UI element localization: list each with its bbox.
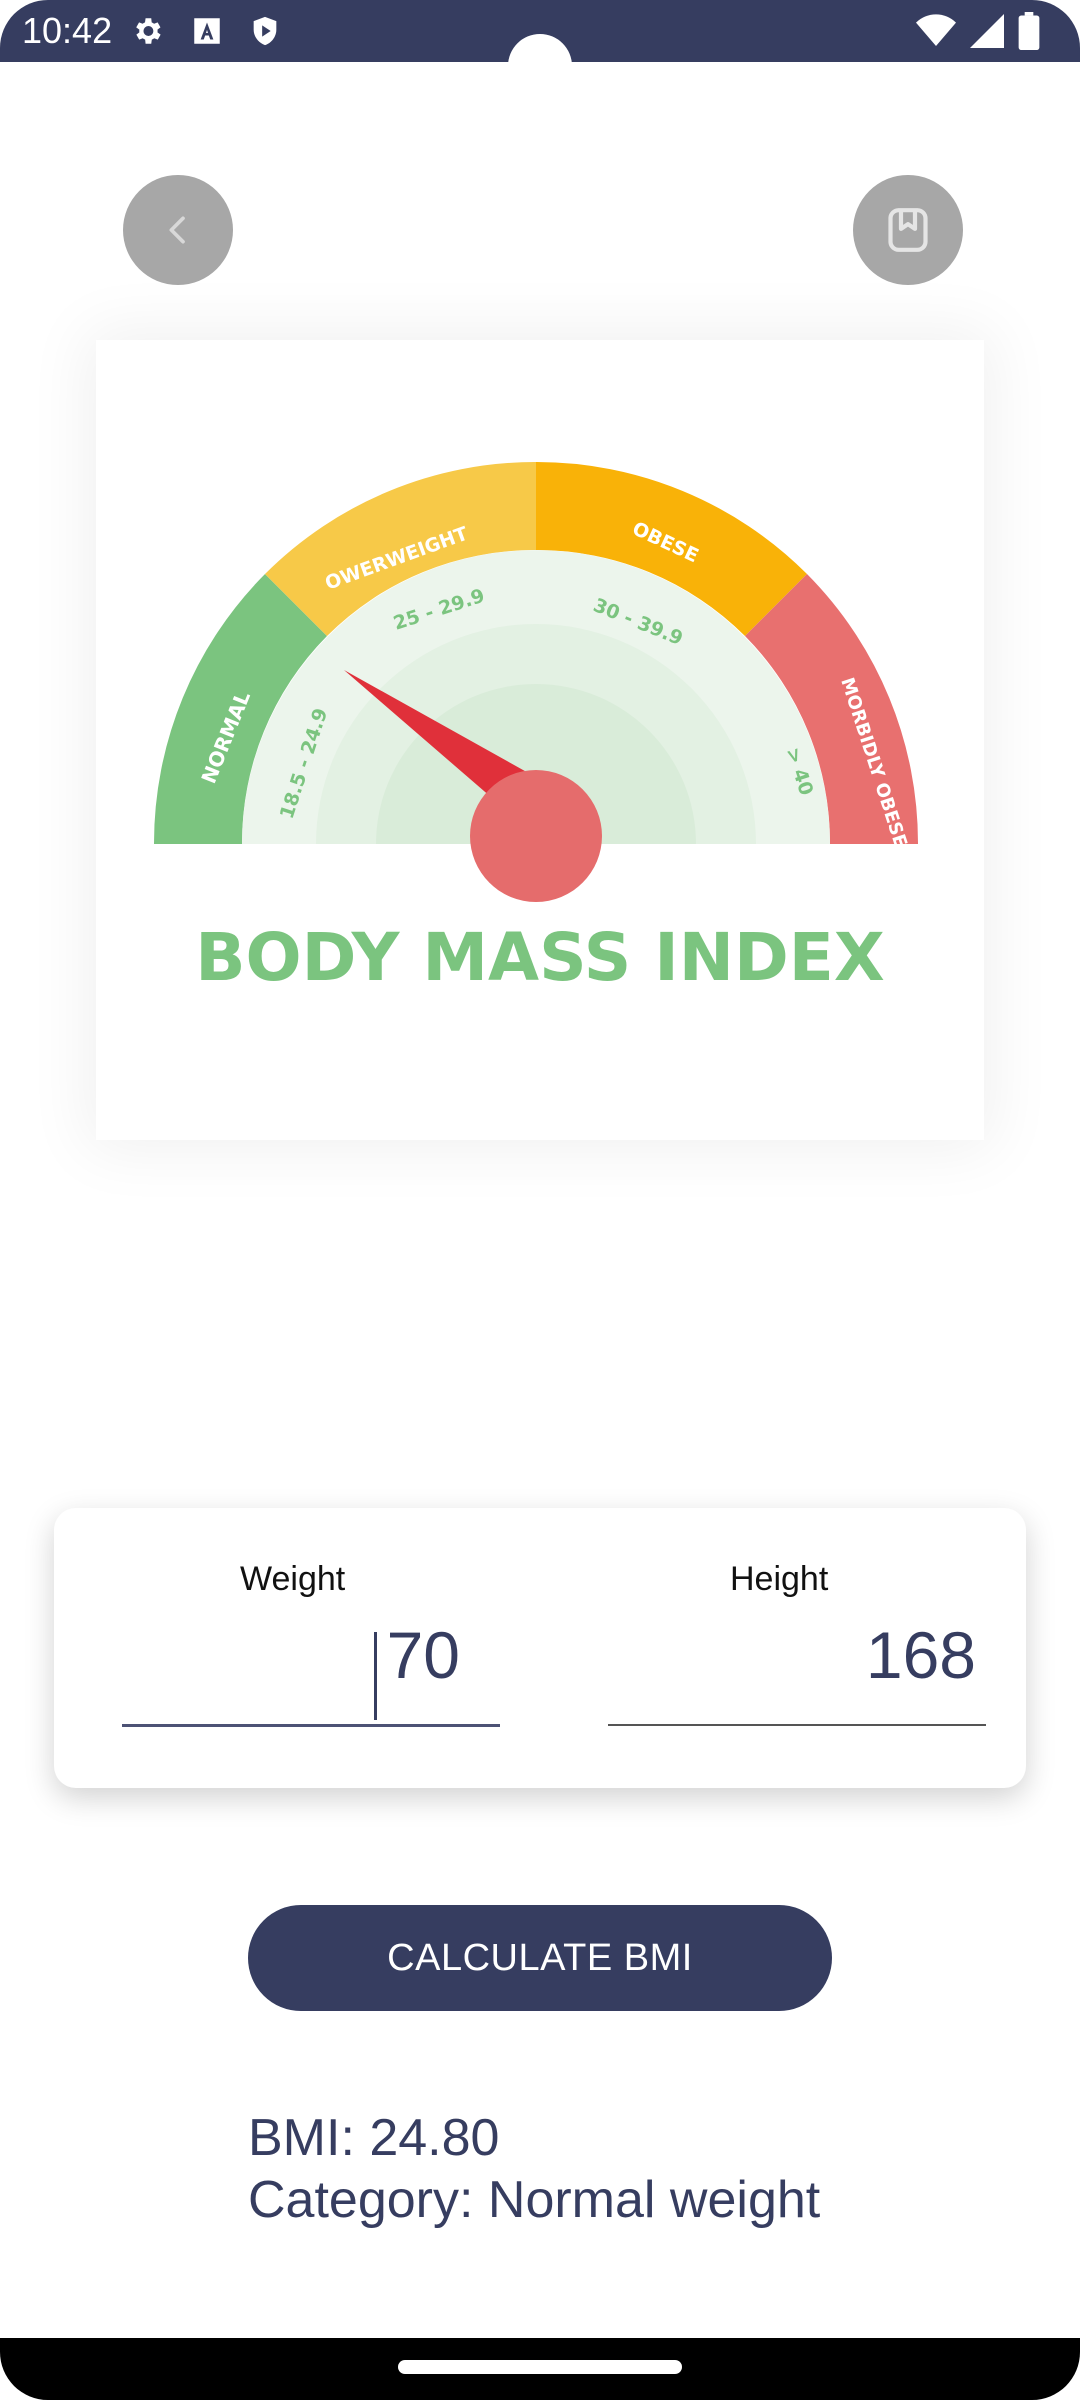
bmi-result: BMI: 24.80 xyxy=(248,2109,500,2167)
bmi-input-card: Weight Height xyxy=(54,1508,1026,1788)
text-cursor xyxy=(374,1632,377,1720)
height-label: Height xyxy=(730,1560,829,1598)
cell-signal-icon xyxy=(970,14,1004,48)
bookmark-button[interactable] xyxy=(853,175,963,285)
height-input[interactable] xyxy=(614,1616,978,1694)
font-a-icon xyxy=(194,18,220,44)
bmi-category: Category: Normal weight xyxy=(248,2171,821,2229)
weight-underline xyxy=(122,1724,500,1727)
weight-label: Weight xyxy=(240,1560,346,1598)
battery-icon xyxy=(1018,12,1040,50)
back-button[interactable] xyxy=(123,175,233,285)
navigation-bar xyxy=(0,2338,1080,2400)
camera-notch xyxy=(508,34,572,98)
height-underline xyxy=(608,1724,986,1726)
chevron-left-icon xyxy=(169,216,185,244)
calculate-bmi-button[interactable]: CALCULATE BMI xyxy=(248,1905,832,2011)
shield-play-icon xyxy=(253,16,277,46)
status-bar: 10:42 xyxy=(0,0,1080,98)
bmi-gauge-image: NORMAL OWERWEIGHT OBESE MORBIDLY OBESE 1… xyxy=(96,340,984,1140)
status-time: 10:42 xyxy=(22,10,113,51)
bookmark-icon xyxy=(888,208,928,252)
weight-input[interactable] xyxy=(124,1616,462,1694)
gauge-hub xyxy=(470,770,602,902)
gear-icon xyxy=(136,18,161,44)
gauge-title: BODY MASS INDEX xyxy=(195,919,885,996)
bmi-gauge: NORMAL OWERWEIGHT OBESE MORBIDLY OBESE 1… xyxy=(153,461,919,996)
wifi-icon xyxy=(916,14,956,46)
home-gesture-handle[interactable] xyxy=(398,2360,682,2374)
